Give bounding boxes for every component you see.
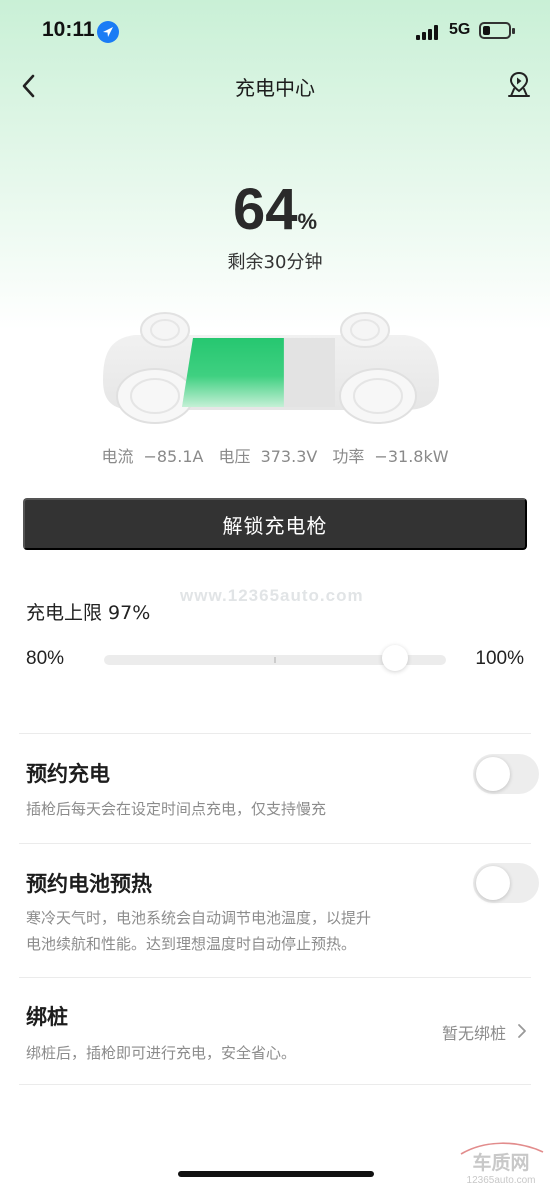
battery-icon [479, 22, 515, 39]
cellular-signal-icon [416, 25, 442, 40]
scheduled-charge-desc: 插枪后每天会在设定时间点充电，仅支持慢充 [26, 800, 327, 818]
status-time: 10:11 [42, 18, 95, 41]
chevron-right-icon[interactable] [516, 1022, 528, 1040]
unlock-charging-gun-button[interactable]: 解锁充电枪 [23, 498, 527, 550]
charge-percent: 64% [0, 176, 550, 243]
wheel-front-left [140, 312, 190, 348]
slider-thumb[interactable] [381, 645, 408, 671]
battery-preheat-desc-line2: 电池续航和性能。达到理想温度时自动停止预热。 [26, 935, 357, 953]
page-title: 充电中心 [235, 76, 315, 100]
scheduled-charge-title: 预约充电 [26, 762, 110, 786]
power-label: 功率 [332, 447, 365, 466]
wheel-rear-right [339, 368, 417, 424]
voltage-label: 电压 [218, 447, 251, 466]
toggle-knob [476, 757, 510, 791]
remaining-time: 剩余30分钟 [227, 252, 323, 273]
logo-text: 车质网 [472, 1151, 529, 1174]
location-arrow-icon [97, 21, 119, 43]
watermark: www.12365auto.com [180, 586, 364, 605]
charging-metrics: 电流 −85.1A 电压 373.3V 功率 −31.8kW [0, 443, 550, 467]
divider [19, 977, 531, 978]
battery-charge-level [182, 338, 284, 407]
battery-preheat-desc-line1: 寒冷天气时，电池系统会自动调节电池温度，以提升 [26, 909, 372, 927]
car-battery-illustration [103, 312, 439, 424]
logo-url: 12365auto.com [467, 1175, 536, 1186]
status-bar: 10:11 5G [0, 0, 550, 60]
home-indicator[interactable] [178, 1171, 374, 1177]
charge-limit-title: 充电上限 97% [26, 602, 151, 624]
toggle-knob [476, 866, 510, 900]
divider [19, 843, 531, 844]
wheel-rear-left [116, 368, 194, 424]
divider [19, 733, 531, 734]
slider-tick [274, 657, 276, 663]
power-value: −31.8kW [374, 447, 449, 466]
current-label: 电流 [101, 447, 134, 466]
battery-preheat-title: 预约电池预热 [26, 872, 152, 896]
map-pin-icon[interactable] [506, 70, 532, 100]
charge-percent-unit: % [297, 209, 318, 234]
charge-percent-value: 64 [232, 177, 298, 242]
network-type: 5G [449, 21, 471, 38]
battery-fill [483, 26, 490, 35]
slider-min-label: 80% [26, 648, 65, 669]
current-value: −85.1A [143, 447, 204, 466]
voltage-value: 373.3V [260, 447, 318, 466]
divider [19, 1084, 531, 1085]
bind-charger-status[interactable]: 暂无绑桩 [442, 1020, 506, 1044]
slider-max-label: 100% [475, 648, 524, 669]
site-logo: 车质网 12365auto.com [460, 1142, 544, 1186]
bind-charger-title[interactable]: 绑桩 [26, 1001, 68, 1031]
battery-preheat-toggle[interactable] [473, 863, 539, 903]
wheel-front-right [340, 312, 390, 348]
scheduled-charge-toggle[interactable] [473, 754, 539, 794]
bind-charger-desc: 绑桩后，插枪即可进行充电，安全省心。 [26, 1044, 297, 1062]
